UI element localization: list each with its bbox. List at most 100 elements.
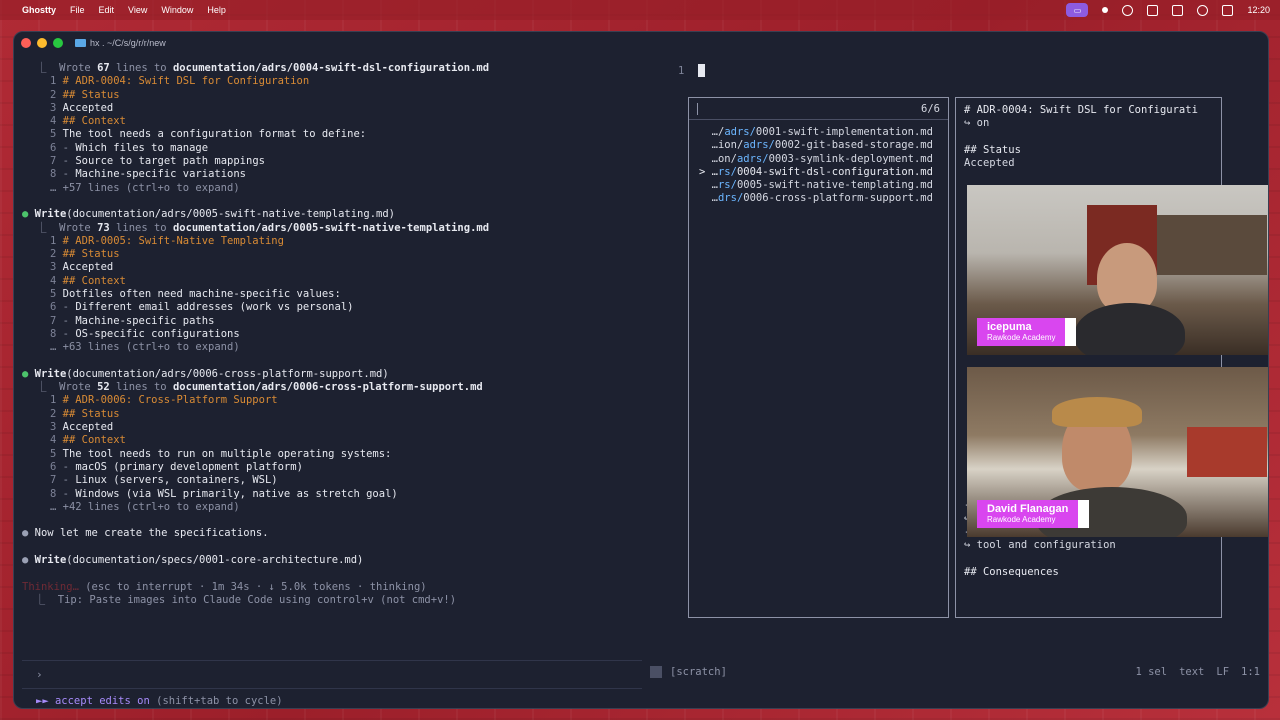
output-text: 7 — [50, 314, 63, 327]
output-text: 8 — [50, 168, 63, 181]
output-text: ⎿ Wrote — [36, 221, 98, 234]
prompt-input[interactable]: › — [36, 668, 43, 681]
picker-item-text — [699, 192, 712, 204]
output-text: 1 — [50, 234, 63, 247]
output-text: Now let me create the specifications. — [34, 527, 269, 540]
output-text: Machine-specific variations — [75, 168, 246, 181]
accept-edits-status[interactable]: ►► accept edits on (shift+tab to cycle) — [36, 695, 283, 707]
accept-edits-label: accept edits on — [54, 695, 150, 707]
preview-line: ↪ tool and configuration — [964, 539, 1116, 552]
output-line: 7 - Machine-specific paths — [22, 315, 642, 328]
prompt-divider-top — [22, 660, 642, 661]
output-text: Write — [34, 208, 67, 221]
output-text: 4 — [50, 434, 63, 447]
output-text: lines to — [109, 381, 173, 394]
output-text: 3 — [50, 261, 63, 274]
close-button[interactable] — [21, 38, 31, 48]
picker-item[interactable]: …on/adrs/0003-symlink-deployment.md — [689, 153, 948, 166]
output-line: 8 - Machine-specific variations — [22, 168, 642, 181]
output-text: 73 — [97, 221, 110, 234]
cam-name: David Flanagan — [987, 503, 1069, 515]
terminal-window: hx . ~/C/s/g/r/r/new ⎿ Wrote 67 lines to… — [13, 31, 1269, 709]
output-line: Thinking… (esc to interrupt · 1m 34s · ↓… — [22, 581, 642, 594]
output-text: 6 — [50, 301, 63, 314]
screen-share-icon[interactable]: ▭ — [1066, 3, 1089, 17]
output-text: 52 — [97, 381, 110, 394]
preview-line: ↪ on — [964, 117, 990, 130]
output-text: - — [62, 155, 76, 168]
picker-item-text: …/ — [711, 126, 725, 138]
output-text: documentation/adrs/0005-swift-native-tem… — [172, 221, 490, 234]
picker-item[interactable]: …ion/adrs/0002-git-based-storage.md — [689, 139, 948, 152]
window-titlebar: hx . ~/C/s/g/r/r/new — [14, 32, 1268, 54]
control-center-icon[interactable] — [1222, 4, 1234, 16]
output-text: (documentation/adrs/0005-swift-native-te… — [66, 208, 395, 221]
output-line: 3 Accepted — [22, 261, 642, 274]
output-line: 2 ## Status — [22, 408, 642, 421]
cam-org: Rawkode Academy — [987, 515, 1056, 524]
output-text: documentation/adrs/0004-swift-dsl-config… — [172, 62, 490, 74]
output-text: - — [62, 168, 76, 181]
menu-help[interactable]: Help — [207, 5, 226, 15]
output-text: - — [62, 474, 76, 487]
record-icon[interactable] — [1147, 4, 1159, 16]
picker-item-text: adrs/ — [724, 126, 756, 138]
output-line: 2 ## Status — [22, 89, 642, 102]
output-text: Accepted — [62, 421, 114, 434]
output-text: lines to — [109, 62, 173, 74]
output-text: lines to — [109, 221, 173, 234]
output-text: 7 — [50, 155, 63, 168]
picker-item[interactable]: …drs/0006-cross-platform-support.md — [689, 192, 948, 205]
menubar-app-name[interactable]: Ghostty — [22, 5, 56, 15]
webcam-icepuma: icepuma Rawkode Academy — [967, 185, 1268, 355]
name-tag-david: David Flanagan Rawkode Academy — [977, 500, 1090, 528]
output-text: - — [62, 327, 76, 340]
output-line: 5 The tool needs to run on multiple oper… — [22, 448, 642, 461]
output-text: … +63 lines (ctrl+o to expand) — [50, 341, 240, 354]
accept-edits-arrows: ►► — [36, 695, 55, 707]
picker-item-text: 0005-swift-native-templating.md — [736, 179, 933, 192]
picker-item-text: adrs/ — [736, 152, 769, 165]
output-text: - — [62, 301, 76, 314]
output-text: Different email addresses (work vs perso… — [75, 301, 354, 314]
minimize-button[interactable] — [37, 38, 47, 48]
output-text: Windows (via WSL primarily, native as st… — [75, 487, 398, 500]
window-icon[interactable] — [1172, 4, 1184, 16]
globe-icon[interactable] — [1122, 4, 1134, 16]
output-text: 6 — [50, 141, 63, 154]
output-text: ● — [22, 208, 35, 221]
buffer-name[interactable]: [scratch] — [670, 666, 727, 678]
picker-item-text — [699, 153, 712, 165]
output-line: ● Now let me create the specifications. — [22, 527, 642, 540]
output-text: Dotfiles often need machine-specific val… — [62, 288, 341, 301]
output-text: 6 — [50, 460, 63, 473]
output-text: 5 — [50, 288, 63, 301]
menu-view[interactable]: View — [128, 5, 147, 15]
menu-edit[interactable]: Edit — [99, 5, 115, 15]
picker-item[interactable]: > …rs/0004-swift-dsl-configuration.md — [689, 166, 948, 179]
picker-item[interactable]: …/adrs/0001-swift-implementation.md — [689, 126, 948, 139]
picker-search[interactable]: 6/6 — [689, 98, 948, 120]
output-line: 3 Accepted — [22, 421, 642, 434]
claude-code-output: ⎿ Wrote 67 lines to documentation/adrs/0… — [22, 62, 642, 607]
picker-item[interactable]: …rs/0005-swift-native-templating.md — [689, 179, 948, 192]
output-text: # ADR-0005: Swift-Native Templating — [62, 234, 284, 247]
picker-item-text: 0003-symlink-deployment.md — [768, 152, 933, 165]
output-line: 4 ## Context — [22, 434, 642, 447]
output-text: macOS (primary development platform) — [75, 460, 303, 473]
mode-indicator-icon — [650, 666, 662, 678]
editor-statusbar: [scratch] 1 sel text LF 1:1 — [650, 664, 1260, 680]
menu-window[interactable]: Window — [161, 5, 193, 15]
menu-file[interactable]: File — [70, 5, 85, 15]
output-text: 2 — [50, 407, 63, 420]
maximize-button[interactable] — [53, 38, 63, 48]
output-text: ## Status — [62, 248, 120, 261]
output-line: 6 - Different email addresses (work vs p… — [22, 301, 642, 314]
user-icon[interactable] — [1197, 4, 1209, 16]
output-text: Linux (servers, containers, WSL) — [75, 474, 278, 487]
file-picker[interactable]: 6/6 …/adrs/0001-swift-implementation.md … — [688, 97, 949, 618]
menubar-clock[interactable]: 12:20 — [1247, 5, 1270, 15]
